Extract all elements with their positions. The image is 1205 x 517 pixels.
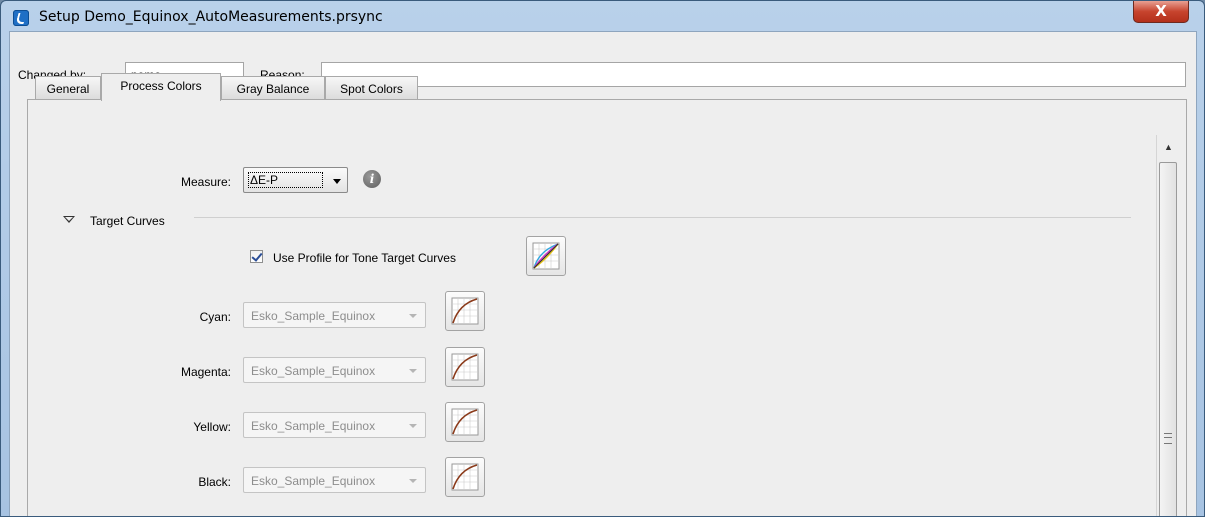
info-icon[interactable]: i [363,170,381,188]
black-label: Black: [198,475,231,489]
window-title: Setup Demo_Equinox_AutoMeasurements.prsy… [39,9,383,25]
chevron-down-icon [409,424,417,428]
curve-icon [451,408,479,436]
scroll-thumb[interactable] [1159,162,1177,516]
measure-label: Measure: [180,175,231,189]
curve-icon [451,463,479,491]
cyan-curve-button[interactable] [445,291,485,331]
tab-panel-process-colors [27,99,1187,516]
chevron-down-icon [333,179,341,184]
tab-general[interactable]: General [35,76,101,99]
magenta-curve-dropdown[interactable]: Esko_Sample_Equinox [243,357,426,383]
section-divider [194,217,1131,218]
tab-spot-colors[interactable]: Spot Colors [325,76,418,99]
curve-icon [451,353,479,381]
yellow-curve-value: Esko_Sample_Equinox [251,419,376,433]
vertical-scrollbar[interactable]: ▲ [1156,135,1180,516]
cyan-curve-dropdown[interactable]: Esko_Sample_Equinox [243,302,426,328]
title-bar[interactable]: Setup Demo_Equinox_AutoMeasurements.prsy… [1,1,1204,31]
use-profile-label[interactable]: Use Profile for Tone Target Curves [273,251,456,265]
black-curve-dropdown[interactable]: Esko_Sample_Equinox [243,467,426,493]
tab-process-colors[interactable]: Process Colors [101,73,221,101]
use-profile-checkbox[interactable] [250,250,263,263]
chevron-down-icon [409,369,417,373]
grip-icon [1164,433,1172,444]
triangle-down-icon[interactable] [63,216,75,223]
magenta-curve-button[interactable] [445,347,485,387]
yellow-curve-dropdown[interactable]: Esko_Sample_Equinox [243,412,426,438]
profile-curves-icon [532,242,560,270]
yellow-curve-button[interactable] [445,402,485,442]
reason-input[interactable] [321,62,1186,87]
cyan-curve-value: Esko_Sample_Equinox [251,309,376,323]
chevron-down-icon [409,314,417,318]
scroll-up-arrow-icon[interactable]: ▲ [1157,135,1180,160]
yellow-label: Yellow: [193,420,231,434]
app-logo-icon [13,10,29,26]
close-button[interactable]: X [1133,1,1189,23]
cyan-label: Cyan: [199,310,231,324]
measure-dropdown[interactable]: ΔE-P [243,167,348,193]
tab-gray-balance[interactable]: Gray Balance [221,76,325,99]
curve-icon [451,297,479,325]
measure-value: ΔE-P [248,172,323,188]
magenta-label: Magenta: [180,365,231,379]
chevron-down-icon [409,479,417,483]
target-curves-section-label[interactable]: Target Curves [90,214,165,228]
magenta-curve-value: Esko_Sample_Equinox [251,364,376,378]
black-curve-button[interactable] [445,457,485,497]
profile-curves-button[interactable] [526,236,566,276]
dialog-window: Setup Demo_Equinox_AutoMeasurements.prsy… [0,0,1205,517]
black-curve-value: Esko_Sample_Equinox [251,474,376,488]
